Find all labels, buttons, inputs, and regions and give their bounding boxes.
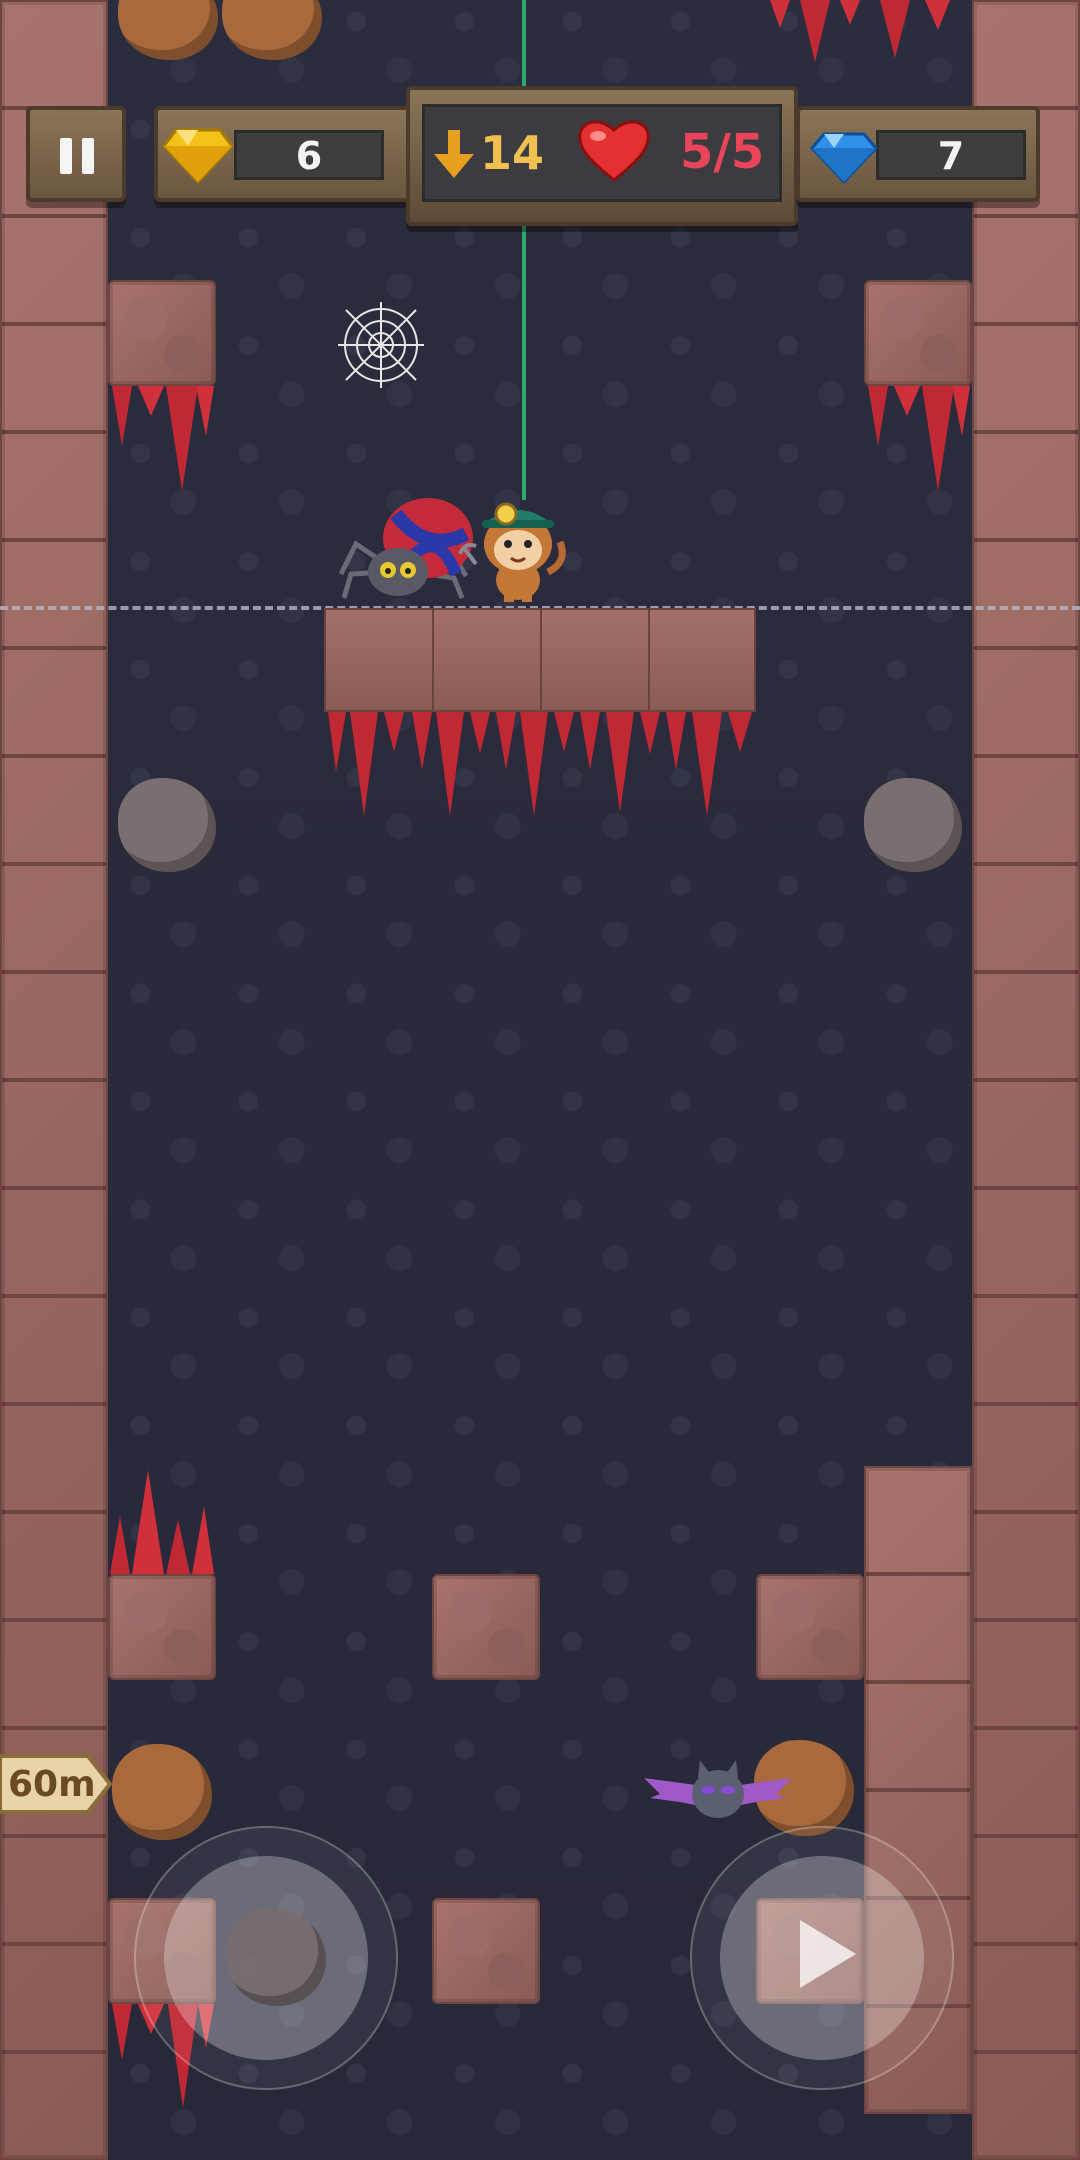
boulder-top-1 <box>118 0 218 60</box>
depth-marker: 60m <box>0 1752 112 1816</box>
spikes-lower-left-up <box>110 1470 214 1574</box>
spikes-upper-right <box>868 386 970 491</box>
status-panel: 14 5/5 <box>406 86 798 226</box>
spider-web <box>338 302 424 388</box>
grey-stone-right <box>864 778 962 872</box>
spikes-center-platform <box>328 712 752 816</box>
bat-enemy <box>644 1760 792 1818</box>
rope <box>522 0 526 500</box>
blue-gem-count: 7 <box>937 134 965 178</box>
depth-counter: 14 <box>480 126 545 180</box>
gold-gem-counter: 6 <box>154 106 416 202</box>
boulder-top-2 <box>222 0 322 60</box>
blue-gem-counter: 7 <box>796 106 1040 202</box>
spikes-upper-left <box>112 386 214 491</box>
down-arrow-icon <box>434 130 474 178</box>
grey-stone-left <box>118 778 216 872</box>
depth-marker-label: 60m <box>8 1764 96 1805</box>
ceiling-spikes-top <box>770 0 950 62</box>
blue-gem-icon <box>810 132 878 184</box>
spider-enemy <box>338 498 473 599</box>
gold-gem-count: 6 <box>295 134 323 178</box>
gold-gem-icon <box>162 128 234 184</box>
game-scene: 60m 6 14 5/5 7 <box>0 0 1080 2160</box>
lives-counter: 5/5 <box>680 124 765 180</box>
right-action-button[interactable] <box>690 1826 954 2090</box>
play-icon <box>800 1920 856 1988</box>
monkey-miner-player <box>458 502 566 602</box>
ledge-upper-left <box>108 280 216 386</box>
heart-icon <box>578 120 650 182</box>
pause-button[interactable] <box>26 106 126 202</box>
block-lower-center <box>432 1574 540 1680</box>
left-joystick[interactable] <box>134 1826 398 2090</box>
left-cave-wall <box>0 0 108 2160</box>
right-cave-wall <box>972 0 1080 2160</box>
ledge-upper-right <box>864 280 972 386</box>
block-lower-left <box>108 1574 216 1680</box>
center-platform <box>324 608 756 712</box>
block-lower-right <box>756 1574 864 1680</box>
pause-icon <box>60 138 96 174</box>
boulder-lower-left <box>112 1744 212 1840</box>
block-bottom-center <box>432 1898 540 2004</box>
